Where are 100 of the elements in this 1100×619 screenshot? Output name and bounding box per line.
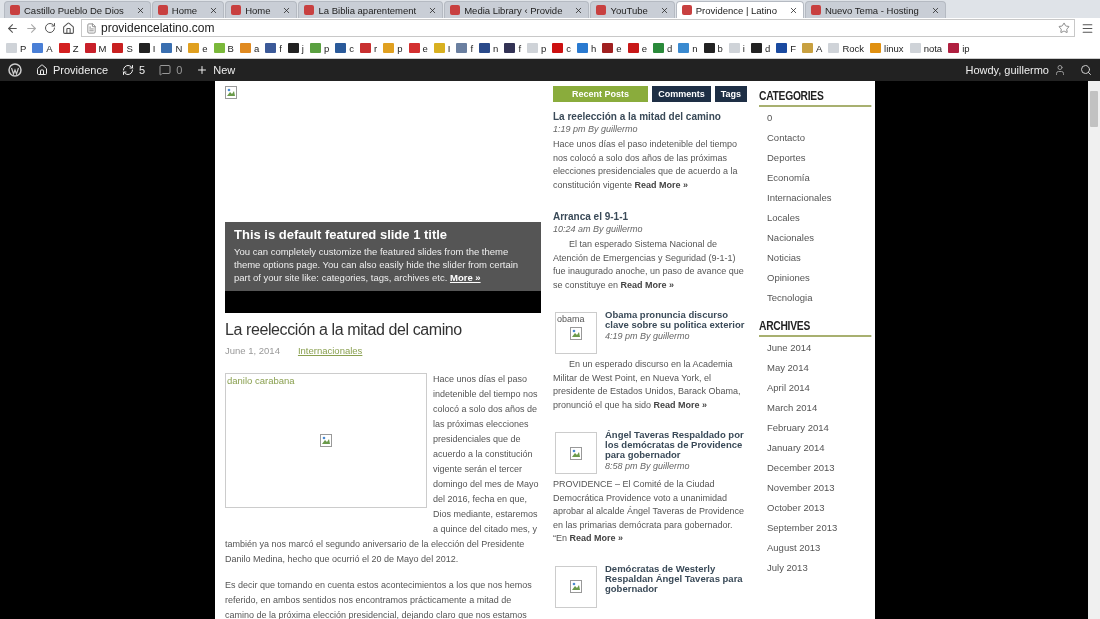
read-more-link[interactable]: Read More »: [634, 179, 689, 190]
bookmark[interactable]: I: [138, 42, 156, 54]
comments-link[interactable]: 0: [159, 64, 183, 76]
bookmark[interactable]: A: [32, 42, 53, 54]
bookmark[interactable]: A: [802, 42, 823, 54]
sidebar-link[interactable]: Nacionales: [759, 228, 871, 248]
bookmark[interactable]: n: [678, 42, 698, 54]
sidebar-link[interactable]: November 2013: [759, 478, 871, 498]
bookmark[interactable]: Z: [58, 42, 79, 54]
recent-post-title[interactable]: Arranca el 9-1-1: [553, 210, 643, 223]
browser-tab[interactable]: Media Library ‹ Provide: [444, 1, 590, 18]
updates-link[interactable]: 5: [122, 64, 146, 76]
bookmark[interactable]: I: [433, 42, 451, 54]
menu-icon[interactable]: [1081, 21, 1094, 35]
bookmark[interactable]: p: [527, 42, 547, 54]
browser-tab[interactable]: Home: [225, 1, 298, 18]
browser-tab[interactable]: YouTube: [590, 1, 675, 18]
browser-tab[interactable]: Castillo Pueblo De Dios: [4, 1, 151, 18]
more-link[interactable]: More »: [449, 272, 481, 283]
bookmark[interactable]: f: [265, 42, 282, 54]
new-link[interactable]: New: [196, 64, 236, 76]
bookmark[interactable]: d: [652, 42, 673, 54]
sidebar-link[interactable]: Economía: [759, 168, 871, 188]
bookmark[interactable]: Rock: [828, 42, 865, 54]
widget-tab[interactable]: Comments: [652, 86, 711, 102]
sidebar-link[interactable]: February 2014: [759, 418, 871, 438]
sidebar-link[interactable]: May 2014: [759, 358, 871, 378]
sidebar-link[interactable]: Contacto: [759, 128, 871, 148]
bookmark[interactable]: i: [728, 42, 745, 54]
bookmark[interactable]: f: [504, 42, 521, 54]
bookmark[interactable]: h: [577, 42, 597, 54]
scrollbar[interactable]: [1088, 81, 1100, 619]
browser-tab[interactable]: Nuevo Tema - Hosting: [804, 1, 946, 18]
bookmark[interactable]: f: [456, 42, 474, 54]
sidebar-link[interactable]: Opiniones: [759, 268, 871, 288]
close-icon[interactable]: [135, 5, 145, 15]
bookmark[interactable]: M: [84, 42, 107, 54]
bookmark[interactable]: c: [552, 42, 572, 54]
close-icon[interactable]: [659, 5, 669, 15]
bookmark[interactable]: p: [383, 42, 403, 54]
bookmark[interactable]: linux: [870, 42, 904, 54]
close-icon[interactable]: [282, 5, 292, 15]
sidebar-link[interactable]: October 2013: [759, 498, 871, 518]
read-more-link[interactable]: Read More »: [569, 533, 624, 543]
wordpress-logo-icon[interactable]: [8, 63, 22, 77]
sidebar-link[interactable]: Tecnologia: [759, 288, 871, 308]
close-icon[interactable]: [788, 5, 798, 15]
bookmark[interactable]: F: [776, 42, 797, 54]
bookmark[interactable]: d: [750, 42, 771, 54]
back-icon[interactable]: [6, 21, 19, 35]
bookmark[interactable]: c: [335, 42, 355, 54]
browser-tab[interactable]: Home: [151, 1, 225, 18]
close-icon[interactable]: [930, 5, 940, 15]
scroll-thumb[interactable]: [1090, 91, 1098, 127]
recent-post-title[interactable]: La reelección a la mitad del camino: [553, 110, 721, 123]
browser-tab[interactable]: Providence | Latino: [675, 1, 804, 18]
home-icon[interactable]: [62, 21, 75, 35]
bookmark[interactable]: r: [360, 42, 378, 54]
bookmark[interactable]: j: [287, 42, 304, 54]
bookmark[interactable]: nota: [909, 42, 943, 54]
bookmark[interactable]: b: [703, 42, 723, 54]
star-icon[interactable]: [1058, 22, 1070, 34]
sidebar-link[interactable]: April 2014: [759, 378, 871, 398]
sidebar-link[interactable]: Internacionales: [759, 188, 871, 208]
bookmark[interactable]: e: [408, 42, 428, 54]
recent-post-title[interactable]: Ángel Taveras Respaldado por los demócratas de Providence para gobernador: [605, 430, 747, 460]
bookmark[interactable]: e: [602, 42, 622, 54]
read-more-link[interactable]: Read More »: [620, 279, 675, 290]
sidebar-link[interactable]: September 2013: [759, 518, 871, 538]
close-icon[interactable]: [574, 5, 584, 15]
bookmark[interactable]: e: [627, 42, 647, 54]
close-icon[interactable]: [428, 5, 438, 15]
sidebar-link[interactable]: July 2013: [759, 558, 871, 578]
sidebar-link[interactable]: Locales: [759, 208, 871, 228]
widget-tab[interactable]: Tags: [714, 86, 747, 102]
browser-tab[interactable]: La Biblia aparentement: [298, 1, 444, 18]
bookmark[interactable]: P: [6, 42, 27, 54]
bookmark[interactable]: S: [112, 42, 133, 54]
sidebar-link[interactable]: Noticias: [759, 248, 871, 268]
bookmark[interactable]: e: [188, 42, 208, 54]
bookmark[interactable]: B: [213, 42, 234, 54]
bookmark[interactable]: N: [161, 42, 183, 54]
sidebar-link[interactable]: December 2013: [759, 458, 871, 478]
search-icon[interactable]: [1080, 64, 1092, 76]
sidebar-link[interactable]: March 2014: [759, 398, 871, 418]
sidebar-link[interactable]: 0: [759, 108, 871, 128]
account-link[interactable]: Howdy, guillermo: [965, 64, 1066, 76]
bookmark[interactable]: p: [310, 42, 330, 54]
recent-post-title[interactable]: Demócratas de Westerly Respaldan Ángel Taveras para gobernador: [605, 563, 747, 594]
sidebar-link[interactable]: August 2013: [759, 538, 871, 558]
sidebar-link[interactable]: June 2014: [759, 338, 871, 358]
bookmark[interactable]: a: [239, 42, 260, 54]
reload-icon[interactable]: [44, 22, 56, 34]
sidebar-link[interactable]: January 2014: [759, 438, 871, 458]
site-link[interactable]: Providence: [36, 64, 109, 76]
bookmark[interactable]: n: [479, 42, 499, 54]
recent-post-title[interactable]: Obama pronuncia discurso clave sobre su politica exterior: [605, 310, 747, 330]
close-icon[interactable]: [209, 5, 219, 15]
sidebar-link[interactable]: Deportes: [759, 148, 871, 168]
bookmark[interactable]: ip: [948, 42, 970, 54]
